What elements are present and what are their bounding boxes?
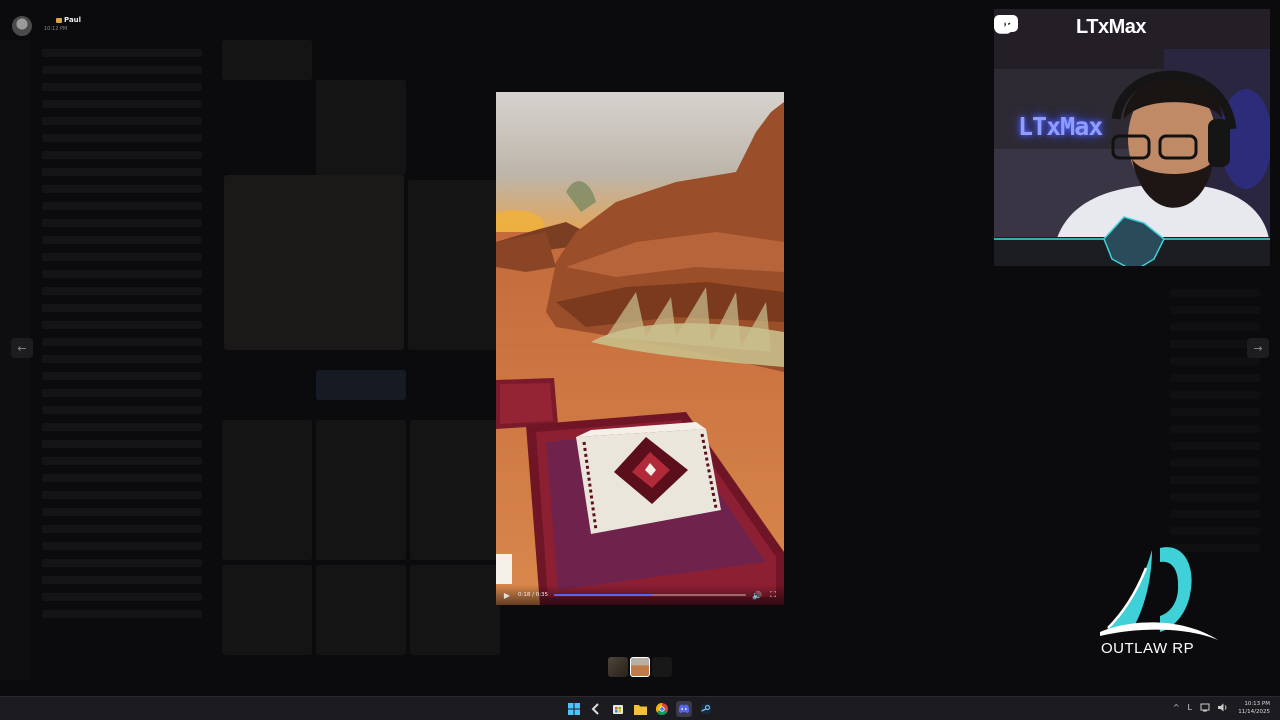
taskbar: ^ L 10:13 PM 11/14/2025	[0, 696, 1280, 720]
tray-overflow-icon[interactable]: ^	[1173, 703, 1180, 714]
windows-start-icon[interactable]	[566, 701, 582, 717]
author-label: Paul	[64, 16, 82, 24]
taskbar-apps	[566, 701, 714, 717]
previous-media-button[interactable]: ←	[11, 338, 33, 358]
webcam-overlay: LTxMax LTxMax	[994, 9, 1270, 266]
author-name[interactable]: Paul	[56, 16, 81, 24]
outlaw-rp-wordmark: OUTLAW RP	[1101, 640, 1195, 657]
discord-icon[interactable]	[676, 701, 692, 717]
copilot-icon[interactable]	[588, 701, 604, 717]
steam-icon[interactable]	[698, 701, 714, 717]
progress-fill	[554, 594, 652, 596]
arrow-right-icon: →	[1253, 341, 1263, 355]
avatar[interactable]	[12, 16, 32, 36]
media-grid	[222, 40, 502, 660]
system-tray: ^ L	[1173, 703, 1228, 714]
chrome-icon[interactable]	[654, 701, 670, 717]
next-media-button[interactable]: →	[1247, 338, 1269, 358]
thumbnail-current[interactable]	[630, 657, 650, 677]
volume-tray-icon[interactable]	[1218, 703, 1228, 714]
play-icon[interactable]: ▶	[502, 591, 512, 600]
neon-sign: LTxMax	[1018, 112, 1103, 141]
video-controls: ▶ 0:18 / 0:35 🔊 ⛶	[496, 585, 784, 605]
taskbar-clock[interactable]: 10:13 PM 11/14/2025	[1238, 700, 1270, 716]
progress-bar[interactable]	[554, 594, 746, 596]
server-sidebar	[0, 40, 30, 680]
video-frame	[496, 92, 784, 605]
thumbnail-strip	[608, 657, 672, 677]
volume-icon[interactable]: 🔊	[752, 591, 762, 600]
message-header: Paul 10:12 PM	[12, 16, 81, 36]
file-explorer-icon[interactable]	[632, 701, 648, 717]
role-badge-icon	[56, 17, 62, 23]
video-player[interactable]: ▶ 0:18 / 0:35 🔊 ⛶	[496, 92, 784, 605]
language-indicator[interactable]: L	[1188, 703, 1192, 714]
screen: Paul 10:12 PM ← → ▶ 0:18 / 0:35 🔊 ⛶ LTxM…	[0, 0, 1280, 720]
clock-time: 10:13 PM	[1244, 701, 1270, 707]
instagram-icon	[994, 15, 1046, 38]
network-icon[interactable]	[1200, 703, 1210, 714]
streamer-handle: LTxMax	[1076, 15, 1146, 38]
thumbnail-next[interactable]	[652, 657, 672, 677]
fullscreen-icon[interactable]: ⛶	[768, 590, 778, 600]
arrow-left-icon: ←	[17, 341, 27, 355]
channel-list	[32, 40, 212, 660]
clock-date: 11/14/2025	[1238, 709, 1270, 715]
tiktok-icon	[995, 16, 1072, 38]
store-icon[interactable]	[610, 701, 626, 717]
thumbnail-previous[interactable]	[608, 657, 628, 677]
message-timestamp: 10:12 PM	[44, 26, 68, 32]
time-readout: 0:18 / 0:35	[518, 592, 549, 598]
social-header: LTxMax	[994, 15, 1146, 39]
